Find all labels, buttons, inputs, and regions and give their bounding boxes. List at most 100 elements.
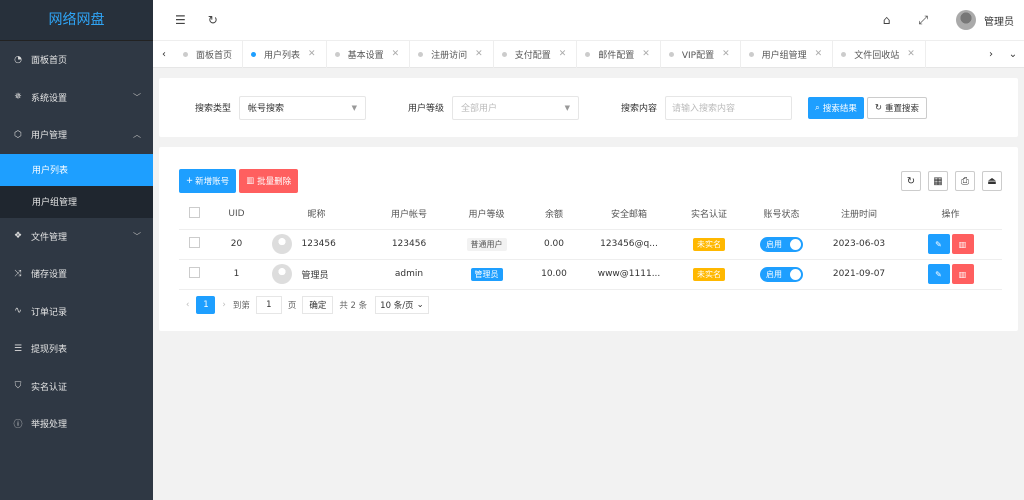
tab-register-access[interactable]: 注册访问 ✕ [410,40,494,68]
close-icon[interactable]: ✕ [722,49,730,59]
tab-scroll-right-icon[interactable]: › [980,49,1002,60]
column-header: 用户等级 [449,199,524,230]
sidebar-subitem-user-group[interactable]: 用户组管理 [0,185,153,218]
chevron-down-icon[interactable]: ⌄ [1002,49,1024,60]
uid-cell: 1 [209,259,264,290]
search-type-select[interactable]: 帐号搜索 ▼ [239,95,367,120]
add-user-button[interactable]: + 新增账号 [179,169,237,193]
sidebar: 网络网盘 ◔ 面板首页 ✵ 系统设置 ﹀ ⬡ 用户管理 ︿ 用户列表 用户组管理… [0,0,153,500]
export-icon[interactable]: ⏏ [982,171,1002,191]
select-all-checkbox[interactable] [188,206,200,218]
sidebar-item-orders[interactable]: ∿ 订单记录 [0,293,153,331]
home-icon[interactable]: ⌂ [883,13,891,27]
balance-cell: 10.00 [524,259,584,290]
user-table-panel: + 新增账号 ▥ 批量删除 ↻ ▦ ⎙ ⏏ UID 昵称 用户帐号 用户等级 余… [159,147,1018,331]
reset-button[interactable]: ↻ 重置搜索 [866,96,927,119]
email-cell: 123456@q... [584,229,674,260]
sidebar-subitem-user-list[interactable]: 用户列表 [0,153,153,186]
uid-cell: 20 [209,229,264,260]
goto-confirm-button[interactable]: 确定 [302,295,334,314]
pagination: ‹ 1 › 到第 1 页 确定 共 2 条 10 条/页 ⌄ [179,290,1002,320]
sidebar-item-dashboard[interactable]: ◔ 面板首页 [0,41,153,79]
delete-button[interactable]: ▥ [951,234,974,254]
sidebar-item-reports[interactable]: ⓘ 举报处理 [0,405,153,443]
status-toggle[interactable]: 启用 [760,266,803,282]
page-size-select[interactable]: 10 条/页 ⌄ [375,295,429,314]
shield-icon: ⛉ [14,381,22,392]
sidebar-item-system-settings[interactable]: ✵ 系统设置 ﹀ [0,79,153,117]
close-icon[interactable]: ✕ [392,49,400,59]
tab-user-group[interactable]: 用户组管理 ✕ [741,40,834,68]
trash-icon: ▥ [246,176,255,186]
next-page-icon[interactable]: › [222,300,225,310]
user-menu[interactable]: 管理员 [956,10,1014,30]
verification-badge: 未实名 [693,237,725,251]
edit-button[interactable]: ✎ [927,234,950,254]
avatar [271,234,292,254]
close-icon[interactable]: ✕ [642,49,650,59]
trash-icon: ▥ [958,239,967,249]
tab-user-list[interactable]: 用户列表 ✕ [243,40,327,68]
user-level-select[interactable]: 全部用户 ▼ [452,95,580,120]
tab-scroll-left-icon[interactable]: ‹ [153,49,175,60]
prev-page-icon[interactable]: ‹ [186,300,189,310]
chevron-down-icon: ⌄ [416,299,424,310]
tab-payment-config[interactable]: 支付配置 ✕ [494,40,578,68]
close-icon[interactable]: ✕ [475,49,483,59]
fullscreen-icon[interactable]: ⤢ [918,13,928,28]
tab-recycle-bin[interactable]: 文件回收站 ✕ [833,40,926,68]
close-icon[interactable]: ✕ [907,49,915,59]
column-header: 账号状态 [744,199,819,230]
plus-icon: + [186,176,194,186]
pulse-icon: ∿ [14,306,22,317]
user-level-label: 用户等级 [408,104,445,114]
dashboard-icon: ◔ [14,54,22,65]
sidebar-item-user-management[interactable]: ⬡ 用户管理 ︿ [0,116,153,154]
refresh-icon: ↻ [874,102,882,113]
row-checkbox[interactable] [188,267,200,278]
sidebar-item-withdrawals[interactable]: ☰ 提现列表 [0,330,153,368]
nickname-cell: 管理员 [301,270,329,281]
refresh-icon[interactable]: ↻ [901,171,921,191]
sidebar-item-label: 订单记录 [31,307,68,318]
chevron-up-icon: ︿ [133,130,141,140]
tab-basic-settings[interactable]: 基本设置 ✕ [327,40,411,68]
edit-button[interactable]: ✎ [927,264,950,284]
sidebar-item-file-management[interactable]: ❖ 文件管理 ﹀ [0,218,153,256]
sidebar-item-verification[interactable]: ⛉ 实名认证 [0,368,153,406]
tab-dashboard[interactable]: 面板首页 [175,40,244,68]
menu-toggle-icon[interactable]: ☰ [175,13,186,27]
search-input[interactable]: 请输入搜索内容 [665,95,793,120]
sidebar-item-label: 储存设置 [31,270,68,281]
close-icon[interactable]: ✕ [559,49,567,59]
sidebar-item-label: 面板首页 [31,56,68,67]
search-button[interactable]: ⌕ 搜索结果 [808,96,864,119]
sidebar-item-storage[interactable]: ⤨ 储存设置 [0,255,153,293]
column-header: 安全邮箱 [584,199,674,230]
balance-cell: 0.00 [524,229,584,260]
batch-delete-button[interactable]: ▥ 批量删除 [239,169,299,193]
caret-down-icon: ▼ [564,103,571,112]
sidebar-item-label: 用户管理 [31,131,68,142]
delete-button[interactable]: ▥ [951,264,974,284]
column-header: 用户帐号 [369,199,449,230]
goto-page-input[interactable]: 1 [255,295,282,314]
admin-name: 管理员 [984,16,1014,28]
close-icon[interactable]: ✕ [815,49,823,59]
reg-time-cell: 2021-09-07 [819,259,899,290]
tab-mail-config[interactable]: 邮件配置 ✕ [577,40,661,68]
tab-vip-config[interactable]: VIP配置 ✕ [661,40,741,68]
row-checkbox[interactable] [188,237,200,248]
column-header: 余额 [524,199,584,230]
email-cell: www@1111... [584,259,674,290]
close-icon[interactable]: ✕ [308,49,316,59]
print-icon[interactable]: ⎙ [955,171,975,191]
refresh-icon[interactable]: ↻ [208,13,218,27]
page-button-current[interactable]: 1 [196,295,216,314]
layers-icon: ❖ [13,231,23,242]
status-toggle[interactable]: 启用 [760,236,803,252]
nickname-cell: 123456 [301,239,336,249]
topbar: ☰ ↻ ⌂ ⤢ 管理员 [153,0,1024,41]
column-header: 实名认证 [674,199,744,230]
columns-icon[interactable]: ▦ [928,171,948,191]
